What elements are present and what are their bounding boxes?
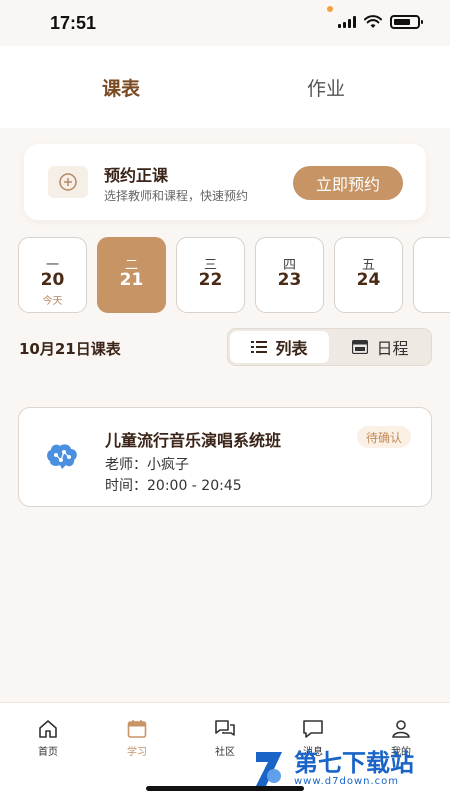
plus-circle-icon [48,166,88,198]
watermark-logo-icon [256,752,282,786]
day-item-tue[interactable]: 二 21 [97,237,166,313]
course-teacher: 老师：小疯子 [105,457,189,473]
day-date: 23 [277,270,302,290]
list-icon [251,341,268,353]
day-item-partial[interactable] [413,237,450,313]
day-item-thu[interactable]: 四 23 [255,237,324,313]
booking-title: 预约正课 [104,166,169,185]
message-icon [303,720,323,738]
nav-label: 首页 [38,747,58,758]
nav-item-home[interactable]: 首页 [18,719,78,758]
brain-icon [39,434,85,480]
privacy-indicator-icon [327,6,333,12]
book-now-button[interactable]: 立即预约 [293,166,403,200]
nav-label: 社区 [215,747,235,758]
view-calendar-label: 日程 [376,339,409,358]
nav-item-study[interactable]: 学习 [107,719,167,758]
today-label: 今天 [42,296,63,307]
view-calendar-button[interactable]: 日程 [331,331,430,363]
view-list-button[interactable]: 列表 [230,331,329,363]
view-list-label: 列表 [275,339,308,358]
home-icon [39,720,57,738]
day-date: 22 [198,270,223,290]
course-time: 时间：20:00 - 20:45 [105,478,242,494]
booking-subtitle: 选择教师和课程，快速预约 [104,189,249,203]
top-tabs: 课表 作业 [0,46,450,128]
status-badge: 待确认 [356,426,411,448]
course-card[interactable]: 儿童流行音乐演唱系统班 待确认 老师：小疯子 时间：20:00 - 20:45 [18,407,432,507]
tab-schedule[interactable]: 课表 [102,74,140,101]
day-date: 20 [40,270,65,290]
day-date: 24 [356,270,381,290]
view-toggle: 列表 日程 [227,328,432,366]
home-indicator [146,786,304,791]
wifi-icon [364,15,382,28]
day-selector: 一 20 今天 二 21 三 22 四 23 五 24 [18,237,450,313]
watermark-url: www.d7down.com [294,775,400,787]
course-title: 儿童流行音乐演唱系统班 [105,431,282,450]
calendar-icon [127,720,147,738]
day-item-mon[interactable]: 一 20 今天 [18,237,87,313]
watermark: 第七下载站 www.d7down.com [252,748,414,788]
nav-label: 学习 [127,747,147,758]
schedule-date-title: 10月21日课表 [19,340,121,358]
nav-item-community[interactable]: 社区 [195,719,255,758]
day-item-fri[interactable]: 五 24 [334,237,403,313]
day-item-wed[interactable]: 三 22 [176,237,245,313]
status-time: 17:51 [50,13,97,33]
status-bar: 17:51 [0,0,450,46]
status-icons [338,15,423,29]
chat-bubbles-icon [215,720,235,736]
watermark-title: 第七下载站 [294,748,414,777]
signal-icon [338,16,356,28]
battery-icon [390,15,423,29]
day-date: 21 [119,270,144,290]
calendar-view-icon [352,340,369,354]
tab-homework[interactable]: 作业 [307,74,345,101]
booking-card: 预约正课 选择教师和课程，快速预约 立即预约 [24,144,426,220]
user-icon [392,720,410,738]
